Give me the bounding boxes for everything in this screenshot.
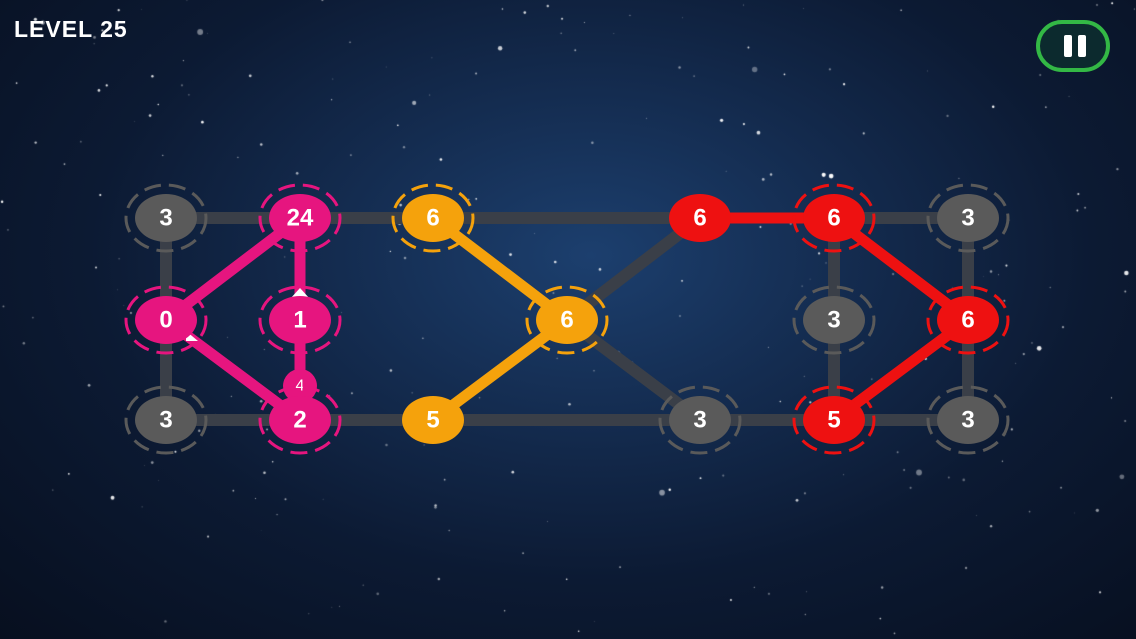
node-n23[interactable]: 3 [658, 385, 742, 455]
node-n04[interactable]: 6 [792, 183, 876, 253]
node-n11[interactable]: 1 [258, 285, 342, 355]
node-label: 3 [159, 205, 172, 232]
node-label: 6 [961, 307, 974, 334]
node-label: 1 [293, 307, 306, 334]
node-n22[interactable]: 5 [402, 396, 464, 444]
node-n21[interactable]: 2 [258, 385, 342, 455]
node-n12[interactable]: 6 [525, 285, 609, 355]
node-n24[interactable]: 5 [792, 385, 876, 455]
node-n00[interactable]: 3 [124, 183, 208, 253]
nodes-layer: 3 24 6 6 6 3 0 1 6 3 6 3 2 5 3 5 3 [124, 183, 1010, 455]
node-n13[interactable]: 3 [792, 285, 876, 355]
node-label: 5 [827, 407, 840, 434]
node-label: 6 [426, 205, 439, 232]
puzzle-board: 4 3 24 6 6 6 30 1 6 3 63 2 5 3 5 3 [124, 183, 1010, 455]
node-n02[interactable]: 6 [391, 183, 475, 253]
node-label: 24 [287, 205, 314, 232]
node-label: 0 [159, 307, 172, 334]
node-n20[interactable]: 3 [124, 385, 208, 455]
node-n25[interactable]: 3 [926, 385, 1010, 455]
node-label: 3 [159, 407, 172, 434]
node-label: 6 [560, 307, 573, 334]
node-n05[interactable]: 3 [926, 183, 1010, 253]
node-label: 3 [693, 407, 706, 434]
node-label: 6 [693, 205, 706, 232]
node-n03[interactable]: 6 [669, 194, 731, 242]
node-n14[interactable]: 6 [926, 285, 1010, 355]
node-label: 5 [426, 407, 439, 434]
node-label: 3 [961, 407, 974, 434]
node-n10[interactable]: 0 [124, 285, 208, 355]
node-label: 3 [961, 205, 974, 232]
node-n01[interactable]: 24 [258, 183, 342, 253]
node-label: 6 [827, 205, 840, 232]
node-label: 3 [827, 307, 840, 334]
node-label: 2 [293, 407, 306, 434]
